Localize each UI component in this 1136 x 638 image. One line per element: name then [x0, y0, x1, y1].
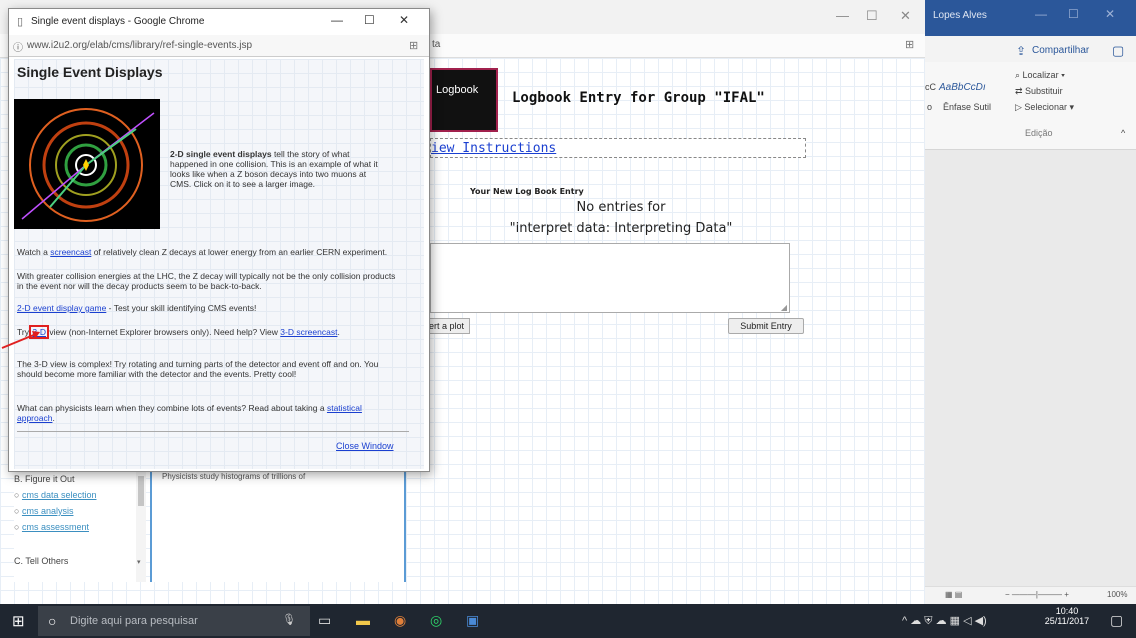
try-3d-paragraph: Try 3-D view (non-Internet Explorer brow…: [17, 325, 340, 339]
complex-paragraph: The 3-D view is complex! Try rotating an…: [17, 359, 379, 379]
minimize-icon[interactable]: —: [836, 8, 849, 23]
maximize-icon[interactable]: ☐: [866, 8, 878, 24]
resize-handle-icon[interactable]: ◢: [781, 303, 787, 312]
word-titlebar: Lopes Alves — ☐ ✕: [925, 0, 1136, 36]
section-b-heading: B. Figure it Out: [14, 474, 75, 484]
game-paragraph: 2-D event display game - Test your skill…: [17, 303, 257, 313]
style-prev[interactable]: cC: [925, 82, 936, 92]
popup-heading: Single Event Displays: [17, 64, 163, 80]
radio-icon[interactable]: ○: [14, 506, 19, 516]
logbook-logo: Logbook: [430, 68, 498, 132]
share-label: Compartilhar: [1032, 45, 1090, 56]
partial-text: Physicists study histograms of trillions…: [162, 472, 306, 481]
sidebar-item-analysis[interactable]: ○ cms analysis: [14, 506, 73, 516]
view-instructions-box: iew Instructions: [430, 138, 806, 158]
share-icon: ⇪: [1016, 44, 1027, 58]
no-entries-text: No entries for: [576, 200, 666, 215]
word-ribbon: cC AaBbCcDı o Ênfase Sutil ⌕ Localizar ▾…: [925, 62, 1136, 150]
intro-paragraph: 2-D single event displays tell the story…: [170, 149, 378, 189]
word-share-button[interactable]: ⇪ Compartilhar ▢: [1016, 40, 1136, 62]
cortana-icon: ○: [48, 613, 57, 629]
sidebar-scrollbar[interactable]: ▾: [136, 470, 146, 582]
taskbar-search[interactable]: ○ Digite aqui para pesquisar 🎙: [38, 606, 310, 636]
style-label: Ênfase Sutil: [943, 102, 992, 112]
watch-paragraph: Watch a screencast of relatively clean Z…: [17, 247, 388, 257]
event-display-game-link[interactable]: 2-D event display game: [17, 303, 106, 313]
word-close-icon[interactable]: ✕: [1105, 7, 1115, 21]
event-display-graphic: [21, 108, 155, 222]
radio-icon[interactable]: ○: [14, 522, 19, 532]
radio-icon[interactable]: ○: [14, 490, 19, 500]
popup-url: www.i2u2.org/elab/cms/library/ref-single…: [27, 40, 253, 51]
word-maximize-icon[interactable]: ☐: [1068, 7, 1079, 21]
windows-start-icon[interactable]: ⊞: [12, 612, 25, 630]
log-entry-textarea[interactable]: ◢: [430, 243, 790, 313]
close-window-link[interactable]: Close Window: [336, 441, 394, 451]
style-prev-label: o: [927, 102, 933, 112]
word-user-name: Lopes Alves: [933, 10, 987, 21]
comment-icon[interactable]: ▢: [1112, 43, 1124, 59]
microphone-icon[interactable]: 🎙: [282, 613, 296, 626]
close-icon[interactable]: ✕: [900, 8, 911, 24]
info-icon[interactable]: ⓘ: [13, 39, 23, 54]
section-c-heading: C. Tell Others: [14, 556, 69, 566]
notifications-icon[interactable]: ▢: [1110, 612, 1123, 629]
popup-content: Single Event Displays 2-D single event d…: [14, 59, 424, 469]
divider: [17, 431, 409, 432]
style-sample[interactable]: AaBbCcDı: [939, 82, 986, 93]
chrome-icon[interactable]: ◉: [394, 612, 406, 629]
z-boson-event-image[interactable]: [14, 99, 160, 229]
new-entry-label: Your New Log Book Entry: [470, 187, 584, 196]
file-explorer-icon[interactable]: ▬: [356, 612, 370, 628]
insert-plot-button[interactable]: ert a plot: [426, 318, 470, 334]
word-taskbar-icon[interactable]: ▣: [466, 612, 479, 629]
sidebar-item-data-selection[interactable]: ○ cms data selection: [14, 490, 97, 500]
popup-maximize-icon[interactable]: ☐: [364, 13, 375, 27]
page-icon: ▯: [17, 16, 24, 28]
collapse-ribbon-icon[interactable]: ^: [1121, 128, 1125, 138]
view-instructions-link[interactable]: iew Instructions: [431, 141, 556, 156]
red-annotation-arrow-icon: [1, 331, 40, 349]
view-icons[interactable]: ▦ ▤: [945, 590, 962, 599]
replace-button[interactable]: ⇄ Substituir: [1015, 86, 1063, 97]
submit-entry-button[interactable]: Submit Entry: [728, 318, 804, 334]
find-button[interactable]: ⌕ Localizar ▾: [1015, 70, 1065, 81]
translate-icon[interactable]: ⊞: [905, 38, 914, 51]
clock-date: 25/11/2017: [1044, 616, 1090, 626]
task-view-icon[interactable]: ▭: [318, 612, 331, 629]
address-text: ta: [432, 39, 441, 50]
energies-paragraph: With greater collision energies at the L…: [17, 271, 396, 291]
system-tray-icons[interactable]: ^ ☁ ⛨ ☁ ▦ ◁ ◀): [902, 614, 987, 628]
group-label: Edição: [1025, 128, 1053, 138]
popup-minimize-icon[interactable]: —: [331, 13, 343, 27]
learn-paragraph: What can physicists learn when they comb…: [17, 403, 362, 423]
interpret-data-text: "interpret data: Interpreting Data": [509, 221, 733, 236]
taskbar-clock[interactable]: 10:40 25/11/2017: [1042, 606, 1092, 626]
sidebar-item-assessment[interactable]: ○ cms assessment: [14, 522, 89, 532]
word-minimize-icon[interactable]: —: [1035, 7, 1047, 21]
zoom-level[interactable]: 100%: [1107, 590, 1127, 599]
clock-time: 10:40: [1055, 606, 1079, 616]
translate-icon[interactable]: ⊞: [409, 39, 418, 52]
single-event-popup-window: ▯ Single event displays - Google Chrome …: [8, 8, 430, 472]
word-statusbar: ▦ ▤ − ———|——— + 100%: [925, 586, 1136, 604]
word-document-area[interactable]: [925, 150, 1136, 586]
3d-screencast-link[interactable]: 3-D screencast: [280, 327, 337, 337]
zoom-slider[interactable]: − ———|——— +: [1005, 590, 1069, 599]
popup-titlebar[interactable]: ▯ Single event displays - Google Chrome …: [9, 9, 429, 35]
screencast-link[interactable]: screencast: [50, 247, 91, 257]
middle-panel: Physicists study histograms of trillions…: [150, 470, 406, 582]
select-button[interactable]: ▷ Selecionar ▾: [1015, 102, 1074, 113]
whatsapp-icon[interactable]: ◎: [430, 612, 442, 629]
search-placeholder: Digite aqui para pesquisar: [70, 615, 198, 627]
workflow-sidebar: B. Figure it Out ○ cms data selection ○ …: [14, 470, 146, 582]
popup-address-bar[interactable]: ⓘ www.i2u2.org/elab/cms/library/ref-sing…: [9, 35, 429, 57]
logbook-heading: Logbook Entry for Group "IFAL": [512, 90, 765, 106]
popup-close-icon[interactable]: ✕: [399, 13, 409, 27]
popup-title-text: Single event displays - Google Chrome: [31, 16, 205, 27]
